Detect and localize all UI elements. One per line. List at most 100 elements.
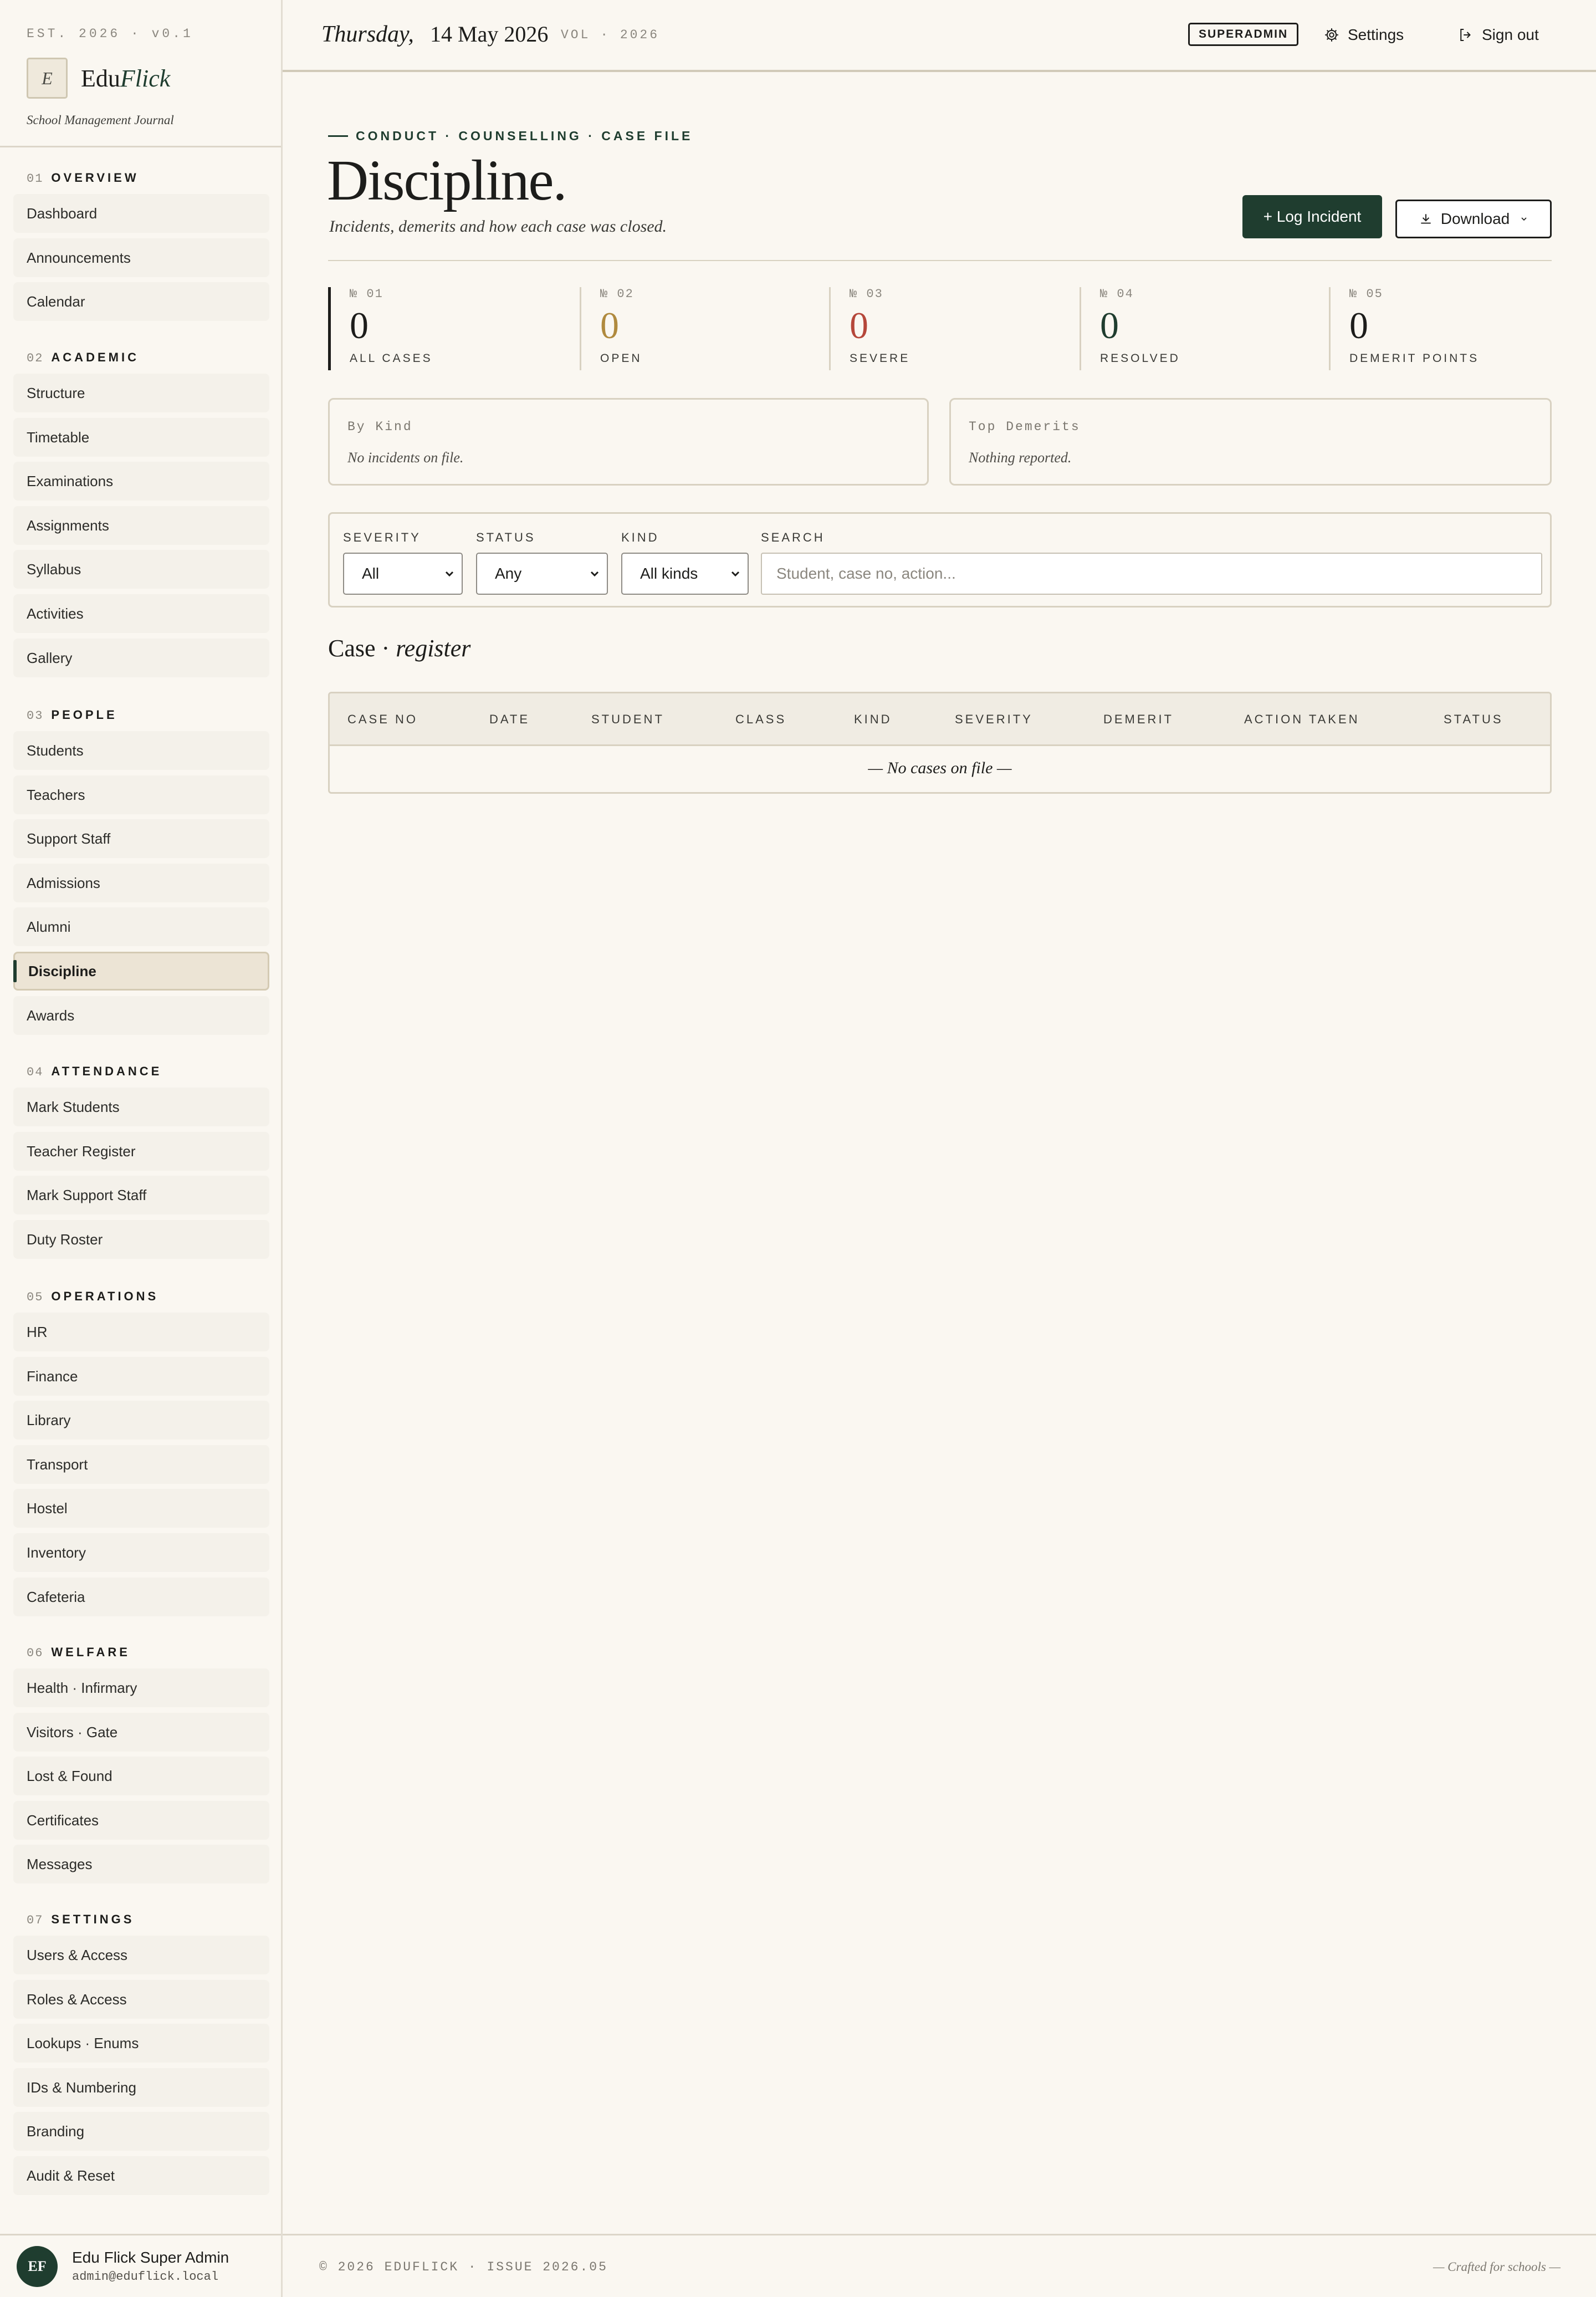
sidebar: EST. 2026 · v0.1 E EduFlick School Manag… [0, 0, 283, 2297]
register-title-italic: register [396, 635, 471, 662]
sidebar-item-health-infirmary[interactable]: Health · Infirmary [13, 1668, 269, 1707]
download-label: Download [1440, 210, 1510, 227]
stat-value: 0 [1100, 304, 1119, 346]
sidebar-item-roles-access[interactable]: Roles & Access [13, 1980, 269, 2019]
gear-icon [1323, 27, 1340, 43]
column-header-status[interactable]: STATUS [1444, 712, 1503, 727]
stat-number: № 05 [1349, 287, 1383, 301]
column-header-class[interactable]: CLASS [735, 712, 786, 727]
nav-section-operations: 05 OPERATIONS [27, 1289, 158, 1304]
sidebar-item-assignments[interactable]: Assignments [13, 506, 269, 545]
sidebar-item-timetable[interactable]: Timetable [13, 418, 269, 457]
sidebar-item-discipline[interactable]: Discipline [13, 952, 269, 991]
stat-number: № 03 [850, 287, 883, 301]
sidebar-item-label: Health · Infirmary [27, 1679, 137, 1696]
sidebar-item-support-staff[interactable]: Support Staff [13, 819, 269, 858]
sidebar-item-lookups-enums[interactable]: Lookups · Enums [13, 2024, 269, 2063]
nav-section-number: 03 [27, 709, 44, 723]
user-name: Edu Flick Super Admin [72, 2249, 229, 2266]
sidebar-item-lost-found[interactable]: Lost & Found [13, 1757, 269, 1795]
download-button[interactable]: Download [1395, 200, 1552, 238]
nav-section-people: 03 PEOPLE [27, 708, 117, 723]
sidebar-item-label: Timetable [27, 428, 90, 446]
sidebar-item-activities[interactable]: Activities [13, 594, 269, 633]
column-header-demerit[interactable]: DEMERIT [1103, 712, 1174, 727]
sidebar-item-branding[interactable]: Branding [13, 2112, 269, 2151]
sidebar-item-syllabus[interactable]: Syllabus [13, 550, 269, 589]
sidebar-item-visitors-gate[interactable]: Visitors · Gate [13, 1713, 269, 1752]
sidebar-item-cafeteria[interactable]: Cafeteria [13, 1578, 269, 1616]
sidebar-item-users-access[interactable]: Users & Access [13, 1936, 269, 1974]
sidebar-item-students[interactable]: Students [13, 731, 269, 770]
sidebar-item-mark-support-staff[interactable]: Mark Support Staff [13, 1176, 269, 1214]
current-date: 14 May 2026 [430, 22, 549, 47]
nav-section-label: SETTINGS [51, 1912, 135, 1926]
role-badge: SUPERADMIN [1188, 23, 1299, 46]
severity-label: SEVERITY [343, 530, 421, 544]
sidebar-item-label: Roles & Access [27, 1990, 127, 2008]
sidebar-item-label: Activities [27, 605, 84, 622]
sidebar-item-ids-numbering[interactable]: IDs & Numbering [13, 2068, 269, 2107]
sidebar-item-finance[interactable]: Finance [13, 1357, 269, 1396]
kind-select[interactable]: All kinds [621, 553, 749, 595]
log-incident-button[interactable]: + Log Incident [1242, 195, 1382, 238]
sidebar-item-label: Lost & Found [27, 1767, 112, 1784]
sidebar-item-label: Announcements [27, 249, 131, 266]
sidebar-item-hostel[interactable]: Hostel [13, 1489, 269, 1528]
sidebar-item-calendar[interactable]: Calendar [13, 282, 269, 321]
sidebar-item-mark-students[interactable]: Mark Students [13, 1088, 269, 1126]
sidebar-item-library[interactable]: Library [13, 1401, 269, 1440]
column-header-severity[interactable]: SEVERITY [955, 712, 1033, 727]
page-title: Discipline. [327, 149, 567, 212]
sidebar-item-announcements[interactable]: Announcements [13, 238, 269, 277]
header-divider [328, 260, 1552, 261]
brand-logo-row[interactable]: E EduFlick [27, 58, 281, 99]
sidebar-item-dashboard[interactable]: Dashboard [13, 194, 269, 233]
sidebar-item-label: Mark Students [27, 1098, 120, 1115]
sidebar-item-teachers[interactable]: Teachers [13, 775, 269, 814]
nav-section-label: WELFARE [51, 1645, 130, 1659]
search-input[interactable]: Student, case no, action... [761, 553, 1542, 595]
column-header-action-taken[interactable]: ACTION TAKEN [1244, 712, 1360, 727]
column-header-case-no[interactable]: CASE NO [347, 712, 418, 727]
sidebar-item-awards[interactable]: Awards [13, 996, 269, 1035]
sidebar-item-label: HR [27, 1323, 48, 1340]
sidebar-item-duty-roster[interactable]: Duty Roster [13, 1220, 269, 1259]
sidebar-item-label: Awards [27, 1007, 75, 1024]
sidebar-item-gallery[interactable]: Gallery [13, 639, 269, 677]
sidebar-item-label: Duty Roster [27, 1231, 103, 1248]
sidebar-item-label: Audit & Reset [27, 2167, 115, 2184]
sign-out-button[interactable]: Sign out [1457, 22, 1539, 48]
sidebar-item-audit-reset[interactable]: Audit & Reset [13, 2156, 269, 2195]
filter-bar: SEVERITY All STATUS Any KIND All kinds S… [328, 512, 1552, 608]
table-empty-state: — No cases on file — [868, 759, 1012, 777]
eyebrow-rule [328, 135, 348, 137]
column-header-kind[interactable]: KIND [854, 712, 892, 727]
sidebar-item-teacher-register[interactable]: Teacher Register [13, 1132, 269, 1171]
column-header-student[interactable]: STUDENT [591, 712, 664, 727]
user-card[interactable]: EF Edu Flick Super Admin admin@eduflick.… [0, 2234, 281, 2297]
stat-card-all-cases: № 01 0 ALL CASES [328, 287, 550, 370]
sidebar-item-examinations[interactable]: Examinations [13, 462, 269, 501]
stat-number: № 04 [1100, 287, 1134, 301]
sidebar-item-hr[interactable]: HR [13, 1313, 269, 1351]
sidebar-item-messages[interactable]: Messages [13, 1845, 269, 1883]
sidebar-item-alumni[interactable]: Alumni [13, 907, 269, 946]
sidebar-item-structure[interactable]: Structure [13, 374, 269, 412]
status-select[interactable]: Any [476, 553, 608, 595]
column-header-date[interactable]: DATE [489, 712, 530, 727]
status-value: Any [495, 565, 522, 582]
status-label: STATUS [476, 530, 536, 544]
sidebar-item-transport[interactable]: Transport [13, 1445, 269, 1484]
settings-button[interactable]: Settings [1323, 22, 1404, 48]
nav-section-label: OVERVIEW [51, 171, 139, 185]
nav-section-number: 05 [27, 1290, 44, 1304]
severity-select[interactable]: All [343, 553, 463, 595]
sidebar-item-label: Students [27, 742, 84, 759]
app-name-styled: Flick [120, 64, 171, 92]
sidebar-item-inventory[interactable]: Inventory [13, 1533, 269, 1572]
sidebar-item-admissions[interactable]: Admissions [13, 864, 269, 902]
nav-section-academic: 02 ACADEMIC [27, 350, 139, 365]
sidebar-item-certificates[interactable]: Certificates [13, 1801, 269, 1840]
by-kind-panel: By Kind No incidents on file. [328, 398, 929, 486]
